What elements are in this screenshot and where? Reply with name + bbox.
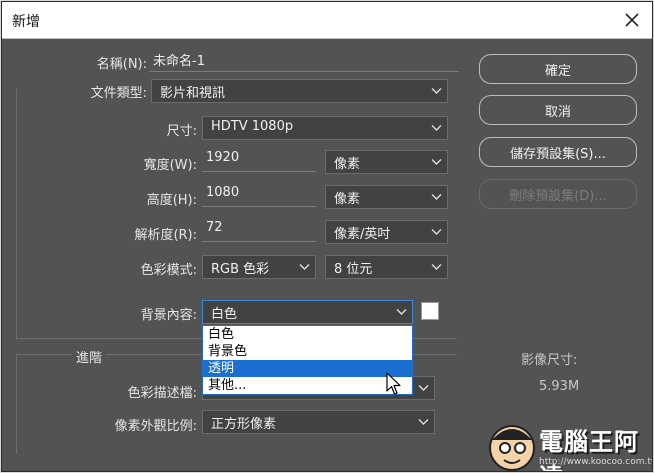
chevron-down-icon [418, 385, 429, 391]
resolution-unit-select[interactable]: 像素/英吋 [325, 220, 448, 244]
color-mode-select[interactable]: RGB 色彩 [202, 255, 316, 279]
dropdown-option-background-color[interactable]: 背景色 [203, 343, 412, 360]
image-size-value: 5.93M [539, 379, 580, 394]
height-unit-value: 像素 [334, 192, 361, 207]
dropdown-option-transparent[interactable]: 透明 [203, 360, 412, 377]
height-label: 高度(H): [146, 193, 197, 208]
title-bar: 新增 [2, 2, 652, 39]
name-value: 未命名-1 [153, 54, 205, 69]
mouse-cursor-icon [386, 372, 401, 395]
close-icon [625, 13, 639, 27]
height-unit-select[interactable]: 像素 [325, 185, 448, 209]
new-document-dialog: 新增 名稱(N): 未命名-1 文件類型: 影片和視訊 尺寸: HDTV 108… [1, 1, 653, 472]
color-mode-label: 色彩模式: [140, 263, 197, 278]
background-label: 背景內容: [140, 308, 197, 323]
bit-depth-select[interactable]: 8 位元 [325, 255, 448, 279]
size-label: 尺寸: [166, 124, 197, 139]
close-button[interactable] [620, 8, 644, 32]
dropdown-option-other[interactable]: 其他... [203, 377, 412, 394]
background-color-swatch[interactable] [421, 302, 439, 320]
chevron-down-icon [431, 159, 442, 165]
chevron-down-icon [431, 88, 442, 94]
pixel-aspect-value: 正方形像素 [211, 417, 277, 432]
pixel-aspect-select[interactable]: 正方形像素 [202, 410, 435, 434]
delete-preset-button: 刪除預設集(D)... [479, 179, 637, 209]
width-unit-value: 像素 [334, 157, 361, 172]
doc-type-select[interactable]: 影片和視訊 [151, 79, 448, 103]
width-value: 1920 [206, 150, 240, 165]
chevron-down-icon [431, 194, 442, 200]
chevron-down-icon [431, 125, 442, 131]
dialog-title: 新增 [12, 14, 40, 30]
height-value: 1080 [206, 185, 240, 200]
chevron-down-icon [418, 419, 429, 425]
resolution-value: 72 [206, 220, 223, 235]
width-input[interactable]: 1920 [202, 150, 316, 172]
size-value: HDTV 1080p [211, 119, 294, 134]
chevron-down-icon [396, 309, 407, 315]
advanced-title: 進階 [72, 347, 107, 366]
doc-type-label: 文件類型: [90, 86, 147, 101]
size-select[interactable]: HDTV 1080p [202, 116, 448, 140]
chevron-down-icon [299, 264, 310, 270]
doc-type-value: 影片和視訊 [160, 86, 226, 101]
name-field[interactable]: 未命名-1 [149, 50, 459, 72]
dropdown-option-white[interactable]: 白色 [203, 326, 412, 343]
chevron-down-icon [431, 264, 442, 270]
width-unit-select[interactable]: 像素 [325, 150, 448, 174]
save-preset-button[interactable]: 儲存預設集(S)... [479, 137, 637, 167]
resolution-unit-value: 像素/英吋 [334, 227, 391, 242]
background-dropdown-list: 白色 背景色 透明 其他... [202, 325, 413, 395]
name-label: 名稱(N): [96, 57, 147, 72]
watermark-url: http://www.koocoo.com.tw [539, 457, 653, 467]
image-size-label: 影像尺寸: [521, 353, 578, 368]
background-select[interactable]: 白色 [202, 300, 413, 324]
cancel-button[interactable]: 取消 [479, 95, 637, 125]
width-label: 寬度(W): [143, 158, 197, 173]
color-profile-label: 色彩描述檔: [127, 386, 197, 401]
background-value: 白色 [211, 307, 238, 322]
bit-depth-value: 8 位元 [334, 262, 373, 277]
resolution-label: 解析度(R): [134, 228, 197, 243]
chevron-down-icon [431, 229, 442, 235]
pixel-aspect-label: 像素外觀比例: [114, 419, 197, 434]
height-input[interactable]: 1080 [202, 185, 316, 207]
ok-button[interactable]: 確定 [479, 54, 637, 84]
color-mode-value: RGB 色彩 [211, 262, 270, 277]
resolution-input[interactable]: 72 [202, 220, 316, 242]
